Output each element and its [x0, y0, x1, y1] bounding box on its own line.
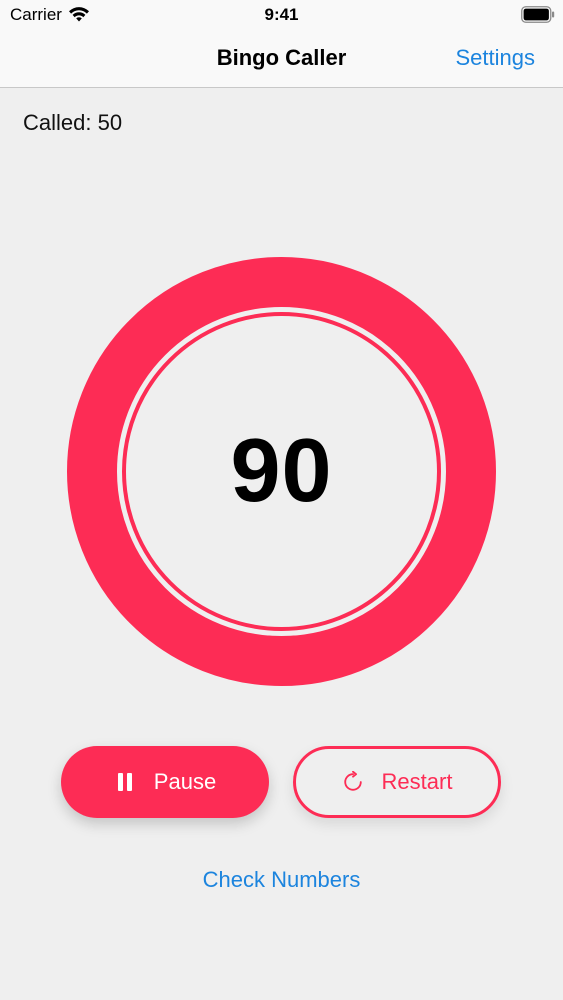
- restart-icon: [343, 771, 362, 791]
- navigation-bar: Bingo Caller Settings: [0, 30, 563, 88]
- status-bar: Carrier 9:41: [0, 0, 563, 30]
- status-time: 9:41: [264, 5, 299, 24]
- called-count-value: 50: [97, 110, 123, 135]
- called-label: Called:: [23, 110, 92, 135]
- settings-button[interactable]: Settings: [456, 45, 536, 71]
- check-numbers-link[interactable]: Check Numbers: [0, 867, 563, 893]
- battery-icon: [521, 6, 555, 23]
- restart-label: Restart: [381, 769, 453, 794]
- pause-icon: [117, 773, 132, 791]
- pause-label: Pause: [153, 769, 217, 794]
- restart-button[interactable]: Restart: [293, 746, 501, 818]
- called-count: Called: 50: [23, 110, 122, 136]
- current-number: 90: [230, 421, 333, 521]
- pause-button[interactable]: Pause: [61, 746, 269, 818]
